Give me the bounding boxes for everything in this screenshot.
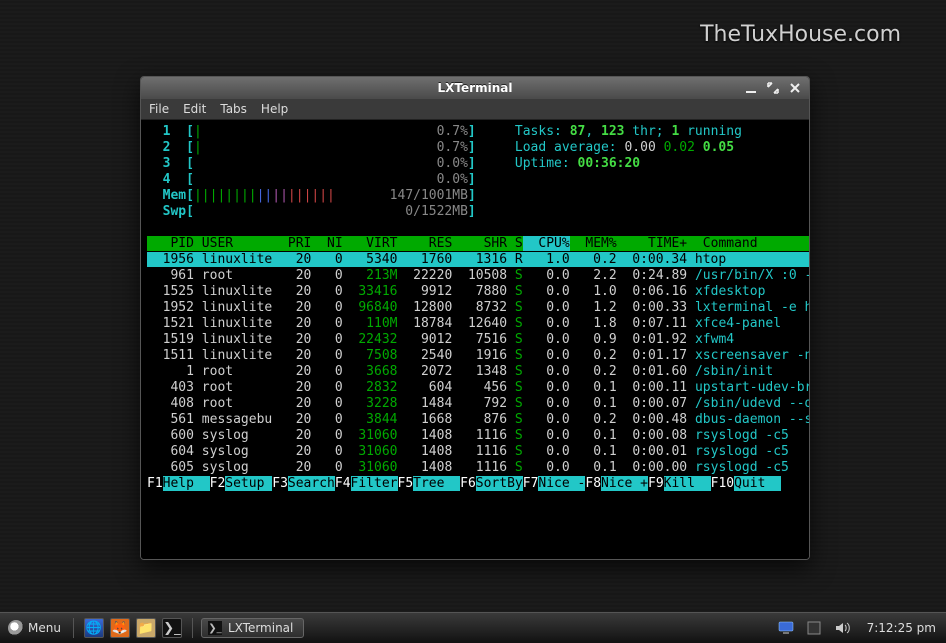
system-tray: 7:12:25 pm (768, 620, 946, 636)
square-icon (806, 620, 822, 636)
close-icon (789, 82, 801, 94)
distro-logo-icon (8, 620, 24, 636)
volume-icon[interactable] (834, 620, 850, 636)
minimize-button[interactable] (743, 80, 759, 96)
terminal-window: LXTerminal File Edit Tabs Help 1 [| 0.7%… (140, 76, 810, 560)
menu-help[interactable]: Help (261, 102, 288, 116)
maximize-button[interactable] (765, 80, 781, 96)
window-title: LXTerminal (438, 81, 513, 95)
browser-globe-icon[interactable]: 🌐 (84, 618, 104, 638)
tray-app-icon[interactable] (806, 620, 822, 636)
taskbar-task-label: LXTerminal (228, 621, 293, 635)
menu-edit[interactable]: Edit (183, 102, 206, 116)
terminal-launcher-icon[interactable]: ❯_ (162, 618, 182, 638)
menu-file[interactable]: File (149, 102, 169, 116)
terminal-content[interactable]: 1 [| 0.7%] Tasks: 87, 123 thr; 1 running… (141, 120, 809, 559)
terminal-icon: ❯_ (208, 621, 222, 635)
taskbar-separator (73, 618, 74, 638)
taskbar-separator (192, 618, 193, 638)
taskbar-task-lxterminal[interactable]: ❯_ LXTerminal (201, 618, 304, 638)
monitor-icon (778, 620, 794, 636)
window-menubar: File Edit Tabs Help (141, 99, 809, 120)
minimize-icon (745, 82, 757, 94)
clock[interactable]: 7:12:25 pm (862, 621, 936, 635)
firefox-icon[interactable]: 🦊 (110, 618, 130, 638)
taskbar: Menu 🌐 🦊 📁 ❯_ ❯_ LXTerminal 7:12:25 pm (0, 612, 946, 643)
close-button[interactable] (787, 80, 803, 96)
start-menu-label: Menu (28, 621, 61, 635)
menu-tabs[interactable]: Tabs (220, 102, 247, 116)
maximize-icon (767, 82, 779, 94)
window-titlebar[interactable]: LXTerminal (141, 77, 809, 99)
speaker-icon (834, 620, 850, 636)
watermark-text: TheTuxHouse.com (700, 22, 901, 47)
quick-launch: 🌐 🦊 📁 ❯_ (78, 618, 188, 638)
start-menu-button[interactable]: Menu (0, 613, 69, 643)
display-icon[interactable] (778, 620, 794, 636)
file-manager-icon[interactable]: 📁 (136, 618, 156, 638)
